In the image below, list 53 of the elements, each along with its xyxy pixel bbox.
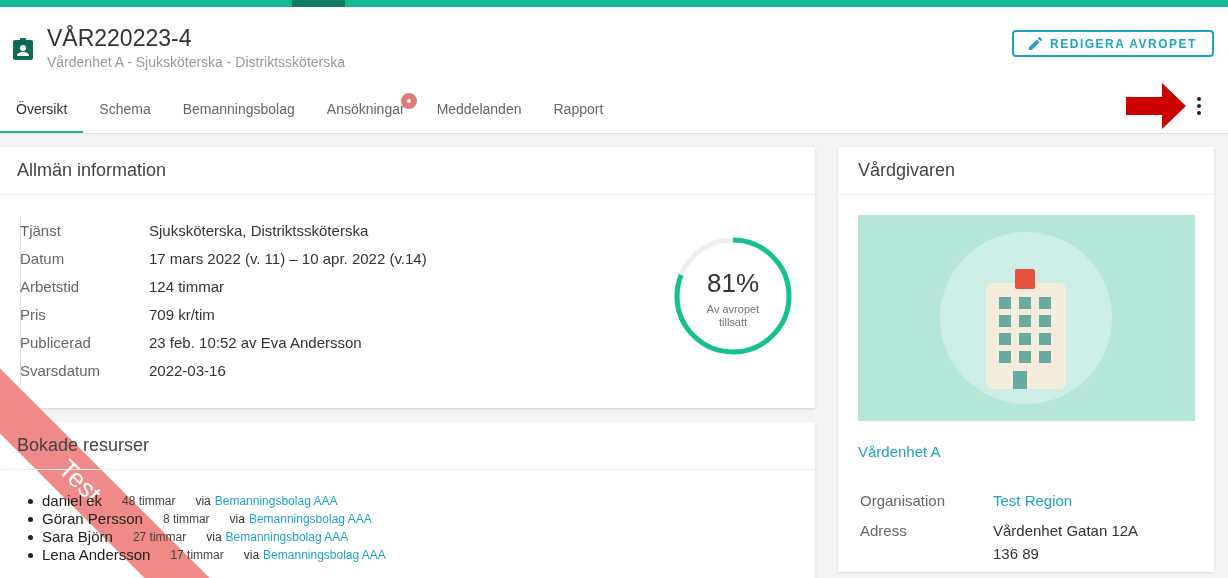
field-value: 124 timmar [148,276,225,297]
bullet-icon [28,552,33,558]
via-label: via [206,529,222,546]
field-label: Organisation [860,490,947,511]
agency-link[interactable]: Bemanningsbolag AAA [214,492,338,510]
progress-percent: 81% [706,266,759,300]
field-label: Svarsdatum [20,360,102,381]
agency-link[interactable]: Bemanningsbolag AAA [225,528,349,546]
resource-name: Sara Björn [42,526,113,547]
bullet-icon [28,534,33,540]
edit-button[interactable]: REDIGERA AVROPET [1012,30,1214,57]
organisation-link[interactable]: Test Region [975,489,1073,512]
field-value: 709 kr/tim [148,304,215,325]
field-label: Publicerad [20,332,92,353]
field-value: Vårdenhet Gatan 12A 136 89 [992,521,1139,564]
annotation-arrow [1126,83,1186,129]
field-label: Datum [20,248,66,269]
via-label: via [195,493,211,510]
bullet-icon [28,516,33,522]
tab[interactable]: Meddelanden [420,87,538,133]
field-label: Tjänst [20,220,62,241]
via-label: via [243,547,260,564]
tab[interactable]: Översikt [0,87,84,133]
field-value: 23 feb. 10:52 av Eva Andersson [148,332,362,353]
agency-link[interactable]: Bemanningsbolag AAA [263,546,386,564]
pencil-icon [1029,37,1043,50]
agency-link[interactable]: Bemanningsbolag AAA [248,510,372,528]
top-bar-segment [292,0,345,7]
progress-caption: Av avropet tillsatt [705,302,761,329]
via-label: via [229,511,245,528]
page-title: VÅR220223-4 [47,24,193,52]
field-label: Pris [20,304,47,325]
card-title: Allmän information [0,147,815,195]
resource-name: Lena Andersson [42,545,151,565]
tab[interactable]: Rapport [537,87,620,133]
resource-hours: 8 timmar [162,511,210,528]
tab[interactable]: Bemanningsbolag [166,87,311,133]
resource-name: Göran Persson [42,508,143,529]
field-value: 17 mars 2022 (v. 11) – 10 apr. 2022 (v.14) [148,248,427,269]
resource-hours: 17 timmar [170,547,224,564]
tab[interactable]: Schema [83,87,167,133]
field-label: Arbetstid [20,276,81,297]
bullet-icon [28,498,33,504]
unit-link[interactable]: Vårdenhet A [838,441,1214,464]
resource-hours: 48 timmar [122,493,176,510]
field-label: Adress [860,521,908,541]
more-options-icon[interactable] [1196,97,1202,115]
badge-icon [13,37,33,60]
page-subtitle: Vårdenhet A - Sjuksköterska - Distriktssköterska [47,53,345,72]
field-value: 2022-03-16 [148,360,226,381]
field-value: Sjuksköterska, Distriktssköterska [148,220,369,241]
card-title: Vårdgivaren [838,147,1214,195]
tab[interactable]: Ansökningar [310,87,421,133]
